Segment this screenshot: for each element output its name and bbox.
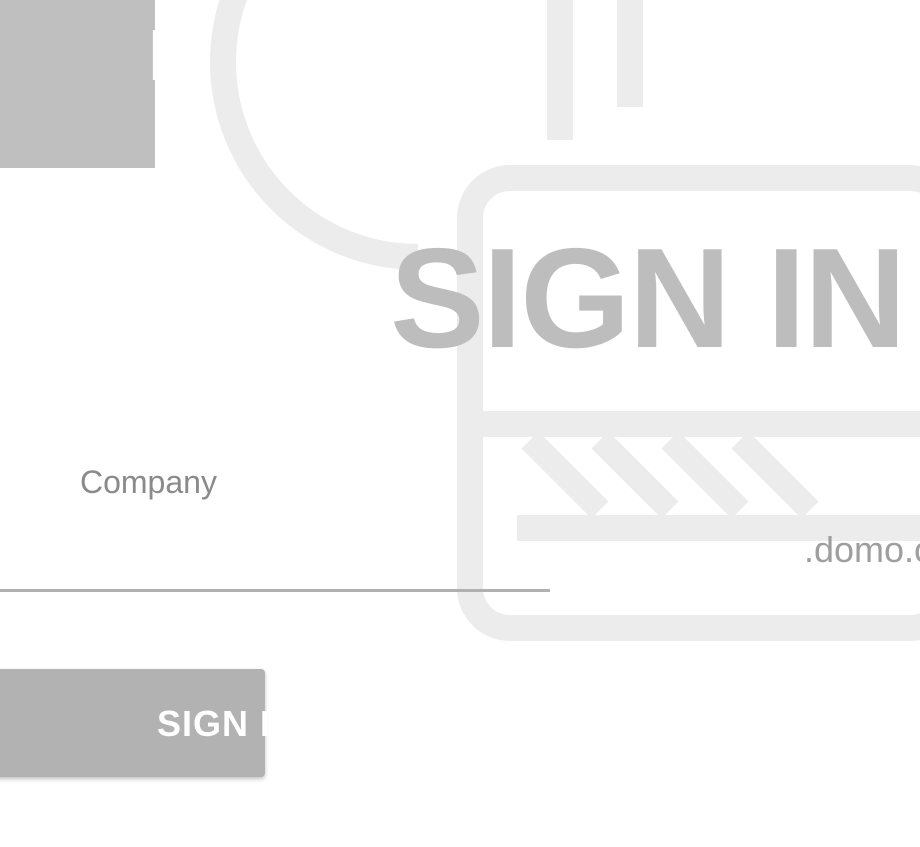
company-field[interactable]: Company <box>0 448 550 592</box>
company-placeholder: Company <box>80 464 217 500</box>
input-underline <box>0 589 550 592</box>
sign-in-button[interactable]: SIGN IN <box>0 669 298 777</box>
page-title: SIGN IN <box>390 219 905 378</box>
domo-logo: DOMO <box>0 0 155 168</box>
mirrored-content: DOMO SIGN IN Company .domo.com SIGN IN <box>0 0 920 847</box>
sign-in-screen: DOMO SIGN IN Company .domo.com SIGN IN <box>0 0 920 847</box>
logo-text: DOMO <box>147 16 155 96</box>
sign-in-button-label: SIGN IN <box>157 703 299 744</box>
domain-suffix: .domo.com <box>804 529 920 570</box>
